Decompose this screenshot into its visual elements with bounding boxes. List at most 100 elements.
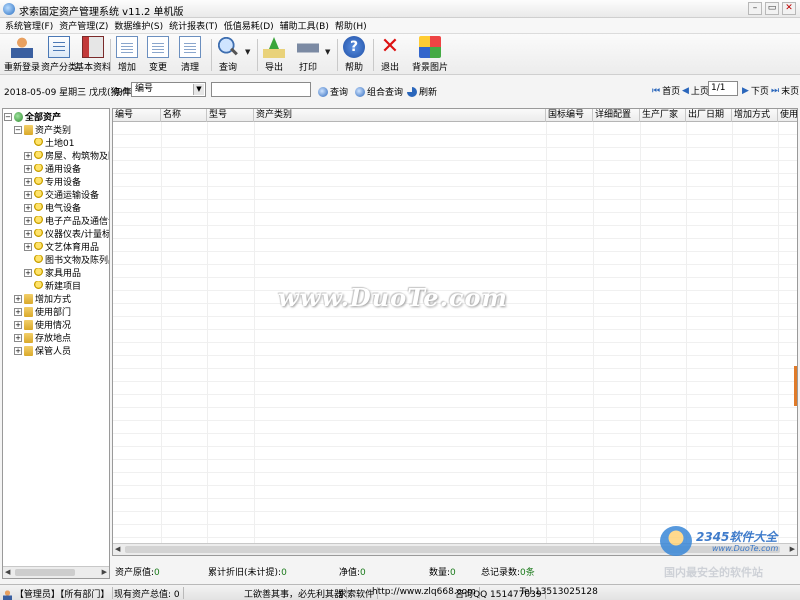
folder-icon [24,306,33,317]
tree-item-category[interactable]: + 电气设备 [24,201,81,214]
query-button[interactable]: 查询 [217,36,239,74]
asset-category-button[interactable]: 资产分类 [41,36,77,74]
column-header[interactable]: 国标编号 [546,109,593,122]
expand-icon[interactable]: + [24,164,32,173]
search-input[interactable] [211,82,311,97]
column-header[interactable]: 详细配置 [593,109,640,122]
column-header[interactable]: 资产类别 [254,109,546,122]
column-header[interactable]: 出厂日期 [686,109,732,122]
page-number-input[interactable]: 1/1 [708,81,738,96]
lightbulb-icon [34,150,43,161]
expand-icon[interactable]: + [24,177,32,186]
status-tel: Tel.13513025128 [520,587,598,597]
close-button[interactable]: ✕ [782,2,796,15]
expand-icon[interactable]: + [14,320,22,329]
asset-tree[interactable]: − 全部资产 − 资产类别 土地01 + 房屋、构筑物及附属 + 通用设备 + … [2,108,110,579]
tree-item-category[interactable]: + 仪器仪表/计量标准 [24,227,109,240]
expand-icon[interactable]: + [24,151,32,160]
toolbar-separator [337,39,338,71]
tree-node-location[interactable]: + 存放地点 [14,331,71,344]
tree-item-category[interactable]: + 通用设备 [24,162,81,175]
column-header[interactable]: 编号 [113,109,161,122]
menu-consumables[interactable]: 低值易耗(D) [221,19,277,32]
watermark-text: www.DuoTe.com [278,283,508,312]
condition-label: 条件 [113,88,132,98]
expand-icon[interactable]: + [14,333,22,342]
prev-page-button[interactable]: ◀ 上页 [682,84,709,98]
condition-select[interactable]: 编号 ▼ [131,82,206,97]
clear-button[interactable]: 清理 [179,36,201,74]
column-header[interactable]: 使用部 [778,109,797,122]
asset-grid[interactable]: 编号 名称 型号 资产类别 国标编号 详细配置 生产厂家 出厂日期 增加方式 使… [112,108,798,556]
next-page-button[interactable]: ▶ 下页 [742,84,769,98]
document-add-icon [116,36,138,58]
splitter-handle[interactable] [794,366,797,406]
tree-node-add-method[interactable]: + 增加方式 [14,292,71,305]
tree-item-category[interactable]: 土地01 [34,136,74,149]
column-header[interactable]: 名称 [161,109,207,122]
help-button[interactable]: ? 帮助 [343,36,365,74]
tree-item-category[interactable]: 图书文物及陈列品 [34,253,109,266]
expand-icon[interactable]: + [24,203,32,212]
menu-report[interactable]: 统计报表(T) [166,19,221,32]
print-dropdown-arrow[interactable]: ▼ [325,48,333,56]
first-page-button[interactable]: ⏮ 首页 [652,84,680,98]
search-icon [318,86,328,97]
expand-icon[interactable]: + [24,229,32,238]
collapse-icon[interactable]: − [4,112,12,121]
scrollbar-thumb[interactable] [15,569,75,576]
expand-icon[interactable]: + [24,268,32,277]
search-query-button[interactable]: 查询 [318,85,348,98]
tree-item-category[interactable]: + 房屋、构筑物及附属 [24,149,109,162]
column-header[interactable]: 型号 [207,109,254,122]
tree-item-category[interactable]: + 电子产品及通信设备 [24,214,109,227]
query-dropdown-arrow[interactable]: ▼ [245,48,253,56]
tree-item-category[interactable]: + 专用设备 [24,175,81,188]
tree-root[interactable]: − 全部资产 [4,110,61,123]
tree-node-department[interactable]: + 使用部门 [14,305,71,318]
lightbulb-icon [34,280,43,291]
grid-body[interactable] [113,122,797,543]
tree-horizontal-scrollbar[interactable]: ◀ ▶ [3,566,109,578]
tree-item-category[interactable]: + 交通运输设备 [24,188,99,201]
tree-item-category[interactable]: + 家具用品 [24,266,81,279]
export-button[interactable]: 导出 [263,36,285,74]
expand-icon[interactable]: + [14,307,22,316]
tree-item-category[interactable]: + 文艺体育用品 [24,240,99,253]
accumulated-depreciation: 累计折旧(未计提):0 [208,568,287,578]
menu-help[interactable]: 帮助(H) [332,19,370,32]
relogin-button[interactable]: 重新登录 [4,36,40,74]
collapse-icon[interactable]: − [14,125,22,134]
refresh-button[interactable]: 刷新 [407,85,437,98]
tree-node-custodian[interactable]: + 保管人员 [14,344,71,357]
scroll-left-icon[interactable]: ◀ [5,568,10,576]
tree-item-category[interactable]: 新建项目 [34,279,81,292]
restore-button[interactable]: ▭ [765,2,779,15]
menu-tools[interactable]: 辅助工具(B) [277,19,332,32]
last-page-button[interactable]: ⏭ 末页 [771,84,799,98]
expand-icon[interactable]: + [24,190,32,199]
expand-icon[interactable]: + [14,346,22,355]
change-button[interactable]: 变更 [147,36,169,74]
background-image-button[interactable]: 背景图片 [412,36,448,74]
add-button[interactable]: 增加 [116,36,138,74]
expand-icon[interactable]: + [24,216,32,225]
column-header[interactable]: 增加方式 [732,109,778,122]
expand-icon[interactable]: + [24,242,32,251]
menu-asset[interactable]: 资产管理(Z) [56,19,111,32]
lightbulb-icon [34,202,43,213]
tree-node-usage[interactable]: + 使用情况 [14,318,71,331]
menu-system[interactable]: 系统管理(F) [2,19,56,32]
exit-button[interactable]: ✕ 退出 [379,36,401,74]
column-header[interactable]: 生产厂家 [640,109,686,122]
globe-icon [14,111,23,122]
print-button[interactable]: 打印 [297,36,319,74]
tree-node-category-group[interactable]: − 资产类别 [14,123,71,136]
scroll-left-icon[interactable]: ◀ [115,545,120,553]
menu-data[interactable]: 数据维护(S) [111,19,166,32]
combo-query-button[interactable]: 组合查询 [355,85,403,98]
basic-info-button[interactable]: 基本资料 [75,36,111,74]
scroll-right-icon[interactable]: ▶ [102,568,107,576]
expand-icon[interactable]: + [14,294,22,303]
minimize-button[interactable]: – [748,2,762,15]
